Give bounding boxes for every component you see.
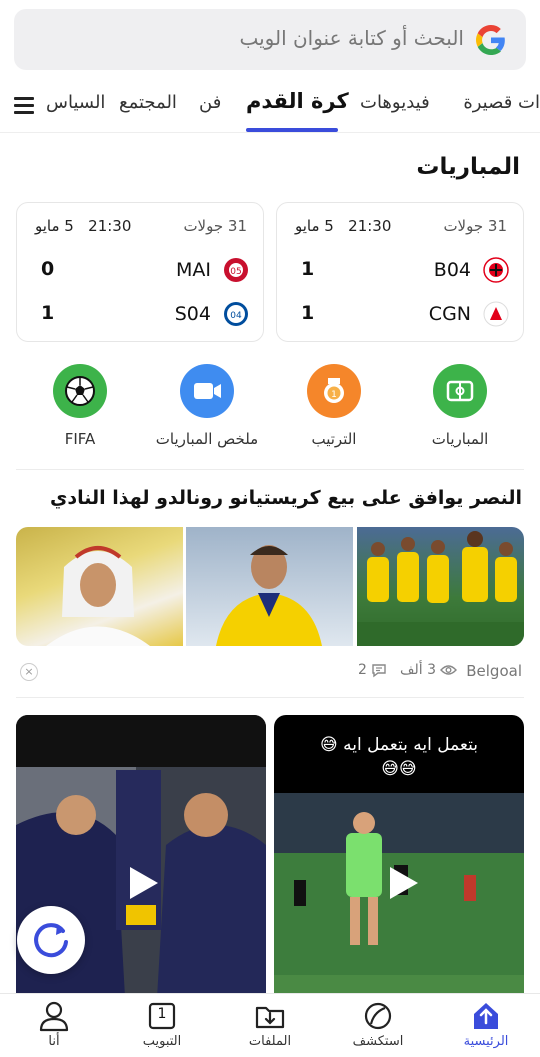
section-title-matches: المباريات [416, 154, 520, 180]
koln-logo-icon [483, 301, 509, 327]
news-image-strip[interactable] [16, 527, 524, 646]
hamburger-menu-icon[interactable] [14, 97, 34, 115]
match-card[interactable]: 31 جولات 21:30 5 مايو 05 MAI 0 04 S04 1 [16, 202, 264, 342]
nav-explore[interactable]: استكشف [333, 1000, 423, 1049]
refresh-icon [34, 923, 68, 958]
divider [16, 469, 524, 470]
team-row: 04 S04 1 [17, 299, 263, 329]
tabs-count: 1 [157, 1006, 167, 1022]
quick-link-fifa[interactable]: FIFA [20, 364, 140, 448]
schalke-logo-icon: 04 [224, 302, 248, 326]
play-icon[interactable] [124, 865, 160, 901]
google-icon [476, 25, 505, 55]
play-icon[interactable] [384, 865, 420, 901]
news-views: 3 ألف [400, 662, 458, 678]
video-camera-icon [180, 364, 234, 418]
download-folder-icon [254, 1000, 286, 1032]
nav-tabs[interactable]: 1 التبويب [117, 1000, 207, 1049]
category-tabs: ات قصيرة فيديوهات كرة القدم فن المجتمع ا… [0, 80, 540, 132]
stadium-icon [433, 364, 487, 418]
svg-text:04: 04 [230, 311, 242, 321]
team-row: CGN 1 [277, 299, 523, 329]
leverkusen-logo-icon [483, 257, 509, 283]
match-rounds: 31 جولات [183, 217, 247, 235]
news-image-1 [16, 527, 183, 646]
tab-football[interactable]: كرة القدم [246, 89, 349, 113]
team-row: B04 1 [277, 255, 523, 285]
video-card[interactable]: بتعمل ايه بتعمل ايه 😅 😅😅 [274, 715, 524, 1015]
quick-link-highlights[interactable]: ملخص المباريات [147, 364, 267, 448]
news-comments[interactable]: 2 [358, 662, 387, 678]
search-placeholder: البحث أو كتابة عنوان الويب [239, 26, 464, 50]
bottom-navigation: الرئيسية استكشف الملفات 1 التبويب أنا [0, 993, 540, 1057]
quick-link-standings[interactable]: 1 الترتيب [274, 364, 394, 448]
quick-link-label: الترتيب [311, 430, 357, 448]
quick-link-label: المباريات [431, 430, 489, 448]
team-score: 1 [301, 258, 315, 280]
nav-profile[interactable]: أنا [9, 1000, 99, 1049]
tab-short-videos[interactable]: ات قصيرة [463, 92, 540, 113]
news-headline[interactable]: النصر يوافق على بيع كريستيانو رونالدو له… [50, 487, 522, 509]
medal-icon: 1 [307, 364, 361, 418]
tab-art[interactable]: فن [199, 92, 221, 113]
nav-label: التبويب [142, 1034, 182, 1049]
team-score: 0 [41, 258, 55, 280]
comment-icon [372, 663, 387, 677]
team-code: B04 [433, 259, 471, 281]
football-icon [53, 364, 107, 418]
match-rounds: 31 جولات [443, 217, 507, 235]
match-card[interactable]: 31 جولات 21:30 5 مايو B04 1 CGN 1 [276, 202, 524, 342]
quick-link-label: ملخص المباريات [155, 430, 259, 448]
svg-text:05: 05 [230, 267, 241, 277]
news-source: Belgoal [466, 662, 522, 680]
nav-label: الملفات [248, 1034, 292, 1049]
team-code: S04 [174, 303, 211, 325]
dismiss-news-button[interactable]: × [20, 663, 38, 681]
profile-icon [38, 1000, 70, 1032]
team-code: CGN [428, 303, 471, 325]
nav-label: أنا [48, 1034, 60, 1049]
refresh-button[interactable] [17, 906, 85, 974]
divider [16, 697, 524, 698]
nav-label: استكشف [352, 1034, 404, 1049]
news-image-3 [357, 527, 524, 646]
tab-videos[interactable]: فيديوهات [360, 92, 430, 113]
tab-politics[interactable]: السياس [46, 92, 105, 113]
eye-icon [440, 665, 458, 675]
tab-society[interactable]: المجتمع [119, 92, 177, 113]
explore-icon [362, 1000, 394, 1032]
mainz-logo-icon: 05 [224, 258, 248, 282]
quick-link-label: FIFA [64, 430, 96, 448]
nav-files[interactable]: الملفات [225, 1000, 315, 1049]
news-image-2 [186, 527, 353, 646]
search-bar[interactable]: البحث أو كتابة عنوان الويب [14, 9, 526, 70]
team-row: 05 MAI 0 [17, 255, 263, 285]
home-icon [470, 1000, 502, 1032]
svg-text:1: 1 [331, 390, 337, 400]
team-score: 1 [41, 302, 55, 324]
quick-link-matches[interactable]: المباريات [400, 364, 520, 448]
nav-label: الرئيسية [463, 1034, 509, 1049]
nav-home[interactable]: الرئيسية [441, 1000, 531, 1049]
tabs-icon: 1 [146, 1000, 178, 1032]
match-date: 21:30 5 مايو [35, 217, 132, 235]
match-date: 21:30 5 مايو [295, 217, 392, 235]
team-code: MAI [176, 259, 211, 281]
team-score: 1 [301, 302, 315, 324]
divider [0, 132, 540, 133]
